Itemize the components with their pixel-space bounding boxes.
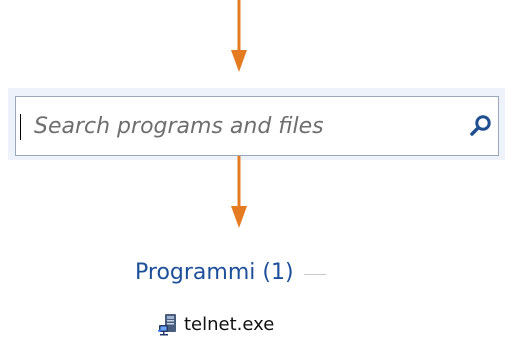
results-group-header: Programmi (1) <box>135 256 326 288</box>
results-group-title: Programmi (1) <box>135 259 294 285</box>
results-divider <box>303 273 326 275</box>
telnet-program-icon <box>156 312 180 336</box>
down-arrow-middle <box>230 156 248 228</box>
down-arrow-top <box>230 0 248 72</box>
text-caret <box>20 114 21 140</box>
search-icon[interactable] <box>468 112 496 140</box>
result-item-telnet[interactable]: telnet.exe <box>156 310 274 338</box>
result-item-label: telnet.exe <box>184 313 275 335</box>
search-input[interactable] <box>34 108 424 144</box>
